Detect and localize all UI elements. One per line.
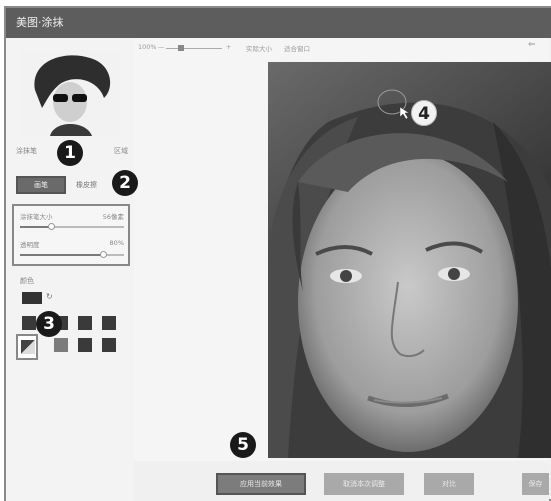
left-panel: 涂抹笔 区域 画笔 橡皮擦 涂抹笔大小 56像素 透明度 80% 颜色 ↻ (6, 38, 135, 501)
color-swatch[interactable] (22, 316, 36, 330)
eraser-button[interactable]: 橡皮擦 (76, 180, 97, 190)
brush-size-fill (20, 226, 52, 228)
color-swatch[interactable] (78, 316, 92, 330)
color-swatch[interactable] (102, 316, 116, 330)
zoom-knob[interactable] (178, 45, 184, 51)
compare-button[interactable]: 对比 (424, 473, 474, 495)
current-color-swatch[interactable] (22, 292, 42, 304)
step-marker-3: 3 (36, 311, 62, 337)
opacity-slider[interactable] (20, 251, 124, 258)
caption-left: 涂抹笔 (16, 147, 37, 155)
brush-size-slider[interactable] (20, 223, 124, 230)
back-arrow-icon[interactable]: ⇐ (528, 40, 536, 50)
color-swatch[interactable] (102, 338, 116, 352)
window-title: 美图·涂抹 (6, 8, 551, 38)
color-swatch[interactable] (78, 338, 92, 352)
caption-right: 区域 (114, 147, 128, 155)
zoom-in-button[interactable]: + (226, 43, 231, 51)
step-marker-5: 5 (230, 432, 256, 458)
opacity-knob[interactable] (100, 251, 108, 258)
zoom-slider[interactable] (166, 48, 222, 49)
app-window: 美图·涂抹 涂抹笔 区域 画笔 橡皮擦 涂抹笔大小 56像素 透明度 80% 颜… (4, 6, 551, 501)
cancel-button[interactable]: 取消本次调整 (324, 473, 404, 495)
brush-size-value: 56像素 (102, 213, 124, 221)
step-marker-1: 1 (57, 140, 83, 166)
actual-size-button[interactable]: 实际大小 (246, 43, 272, 53)
half-tone-icon (21, 340, 35, 354)
brush-size-knob[interactable] (48, 223, 56, 230)
brush-button[interactable]: 画笔 (16, 176, 66, 194)
selected-color-swatch[interactable] (16, 334, 38, 360)
zoom-value: 100% (138, 43, 157, 51)
brush-size-label: 涂抹笔大小 (20, 213, 53, 221)
save-button[interactable]: 保存 (522, 473, 549, 495)
opacity-label: 透明度 (20, 241, 40, 249)
color-label: 颜色 (20, 277, 34, 285)
action-bar: 应用当前效果 取消本次调整 对比 保存 (134, 461, 549, 501)
photo-canvas[interactable] (268, 62, 551, 458)
opacity-value: 80% (109, 239, 124, 247)
zoom-out-button[interactable]: — (158, 43, 165, 51)
step-marker-4: 4 (411, 100, 437, 126)
zoom-bar: 100% — + 实际大小 适合窗口 ⇐ (134, 40, 549, 56)
main-area: 100% — + 实际大小 适合窗口 ⇐ 应用当前效果 取消本次调整 对比 保存 (134, 38, 551, 501)
opacity-fill (20, 254, 104, 256)
reset-color-icon[interactable]: ↻ (46, 292, 53, 301)
color-swatch[interactable] (54, 338, 68, 352)
apply-button[interactable]: 应用当前效果 (216, 473, 306, 495)
brush-settings: 涂抹笔大小 56像素 透明度 80% (12, 204, 130, 266)
preview-thumbnail (20, 50, 120, 136)
step-marker-2: 2 (112, 170, 138, 196)
fit-window-button[interactable]: 适合窗口 (284, 43, 310, 53)
